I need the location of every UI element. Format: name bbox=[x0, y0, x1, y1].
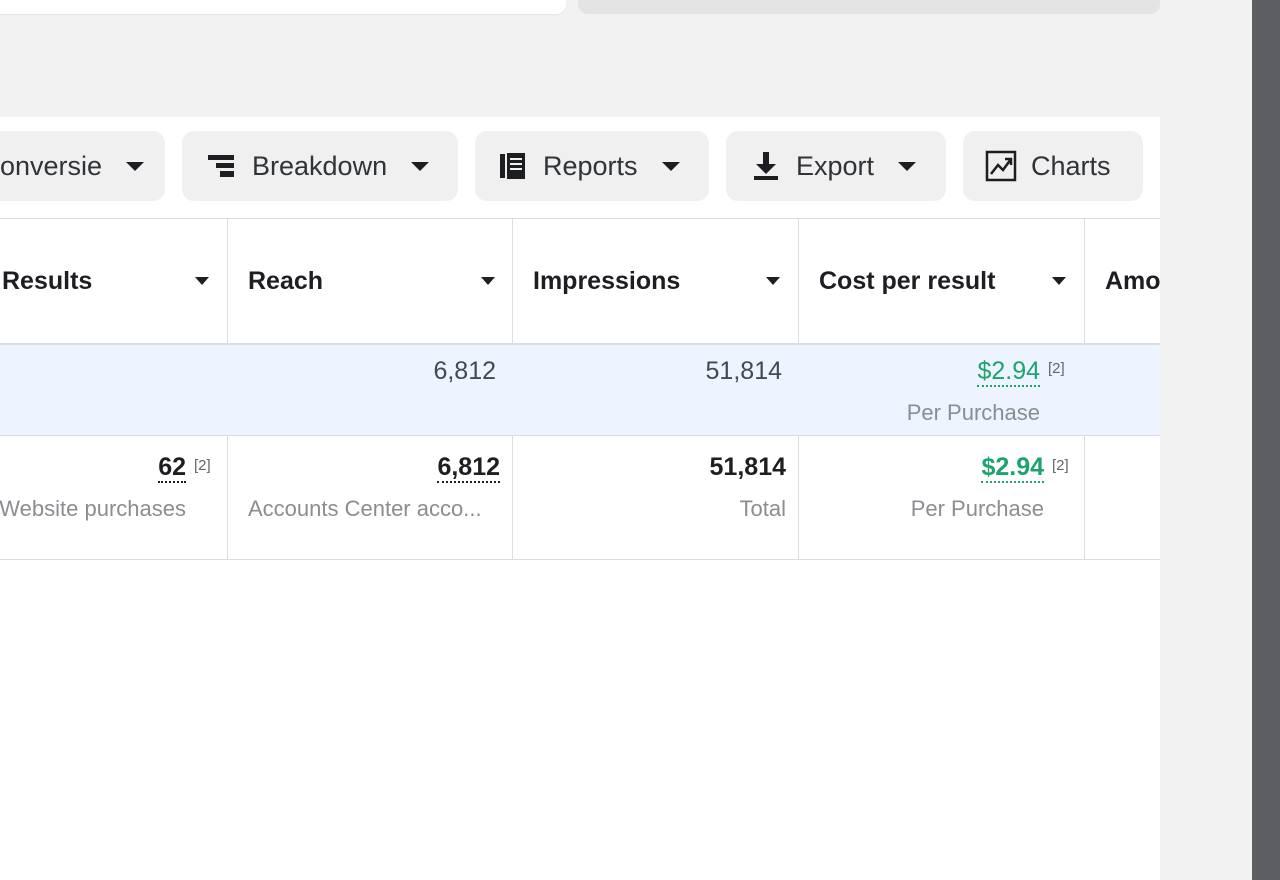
column-header-cost-per-result[interactable]: Cost per result bbox=[819, 219, 1084, 343]
caret-down-icon bbox=[898, 161, 917, 171]
sort-caret-icon[interactable] bbox=[766, 277, 780, 285]
header-label: Cost per result bbox=[819, 266, 996, 295]
reach-sub: Accounts Center acco... bbox=[248, 496, 482, 521]
reports-icon bbox=[497, 150, 529, 182]
results-link[interactable]: 62 bbox=[158, 453, 186, 483]
sort-caret-icon[interactable] bbox=[195, 277, 209, 285]
summary-cost-sub: Per Purchase bbox=[906, 400, 1040, 425]
results-note: [2] bbox=[194, 457, 211, 474]
conversion-dropdown-button[interactable]: onversie bbox=[0, 131, 165, 201]
column-header-impressions[interactable]: Impressions bbox=[533, 219, 798, 343]
results-value[interactable]: 62 bbox=[158, 453, 186, 483]
impressions-sub: Total bbox=[739, 496, 786, 521]
summary-cost-link[interactable]: $2.94 bbox=[977, 357, 1040, 387]
summary-impressions-value: 51,814 bbox=[705, 357, 782, 385]
chart-icon bbox=[985, 150, 1017, 182]
column-header-results[interactable]: Results bbox=[2, 219, 227, 343]
report-panel: onversie Breakdown Reports Export Charts… bbox=[0, 117, 1160, 880]
header-label: Amo bbox=[1105, 266, 1160, 295]
charts-label: Charts bbox=[1031, 150, 1111, 181]
column-header-amount[interactable]: Amo bbox=[1105, 219, 1160, 343]
row-divider bbox=[0, 435, 1160, 436]
summary-cost-value[interactable]: $2.94 bbox=[977, 357, 1040, 387]
top-gray-remnant bbox=[578, 0, 1160, 14]
cost-value[interactable]: $2.94 bbox=[981, 453, 1044, 483]
caret-down-icon bbox=[411, 161, 430, 171]
impressions-value: 51,814 bbox=[709, 453, 786, 481]
reach-link[interactable]: 6,812 bbox=[437, 453, 500, 483]
reports-label: Reports bbox=[543, 150, 638, 181]
sort-caret-icon[interactable] bbox=[481, 277, 495, 285]
column-header-reach[interactable]: Reach bbox=[248, 219, 512, 343]
scrollbar-track[interactable] bbox=[1252, 0, 1280, 880]
download-icon bbox=[750, 150, 782, 182]
breakdown-icon bbox=[206, 150, 238, 182]
caret-down-icon bbox=[661, 161, 680, 171]
summary-row-gap bbox=[227, 345, 228, 435]
cost-link[interactable]: $2.94 bbox=[981, 453, 1044, 483]
summary-cost-note: [2] bbox=[1048, 360, 1065, 377]
row-divider bbox=[0, 559, 1160, 560]
cost-note: [2] bbox=[1052, 457, 1069, 474]
export-label: Export bbox=[796, 150, 875, 181]
summary-reach-value: 6,812 bbox=[433, 357, 496, 385]
header-label: Reach bbox=[248, 266, 324, 295]
caret-down-icon bbox=[126, 161, 145, 171]
breakdown-button[interactable]: Breakdown bbox=[182, 131, 458, 201]
export-button[interactable]: Export bbox=[726, 131, 946, 201]
reach-value[interactable]: 6,812 bbox=[437, 453, 500, 483]
top-card-remnant bbox=[0, 0, 566, 14]
results-sub: Website purchases bbox=[0, 496, 186, 521]
reports-button[interactable]: Reports bbox=[475, 131, 709, 201]
report-toolbar: onversie Breakdown Reports Export Charts bbox=[0, 117, 1160, 219]
cost-sub: Per Purchase bbox=[910, 496, 1044, 521]
conversion-label: onversie bbox=[0, 150, 103, 181]
sort-caret-icon[interactable] bbox=[1052, 277, 1066, 285]
header-label: Results bbox=[2, 266, 93, 295]
header-label: Impressions bbox=[533, 266, 681, 295]
charts-button[interactable]: Charts bbox=[963, 131, 1143, 201]
breakdown-label: Breakdown bbox=[252, 150, 388, 181]
